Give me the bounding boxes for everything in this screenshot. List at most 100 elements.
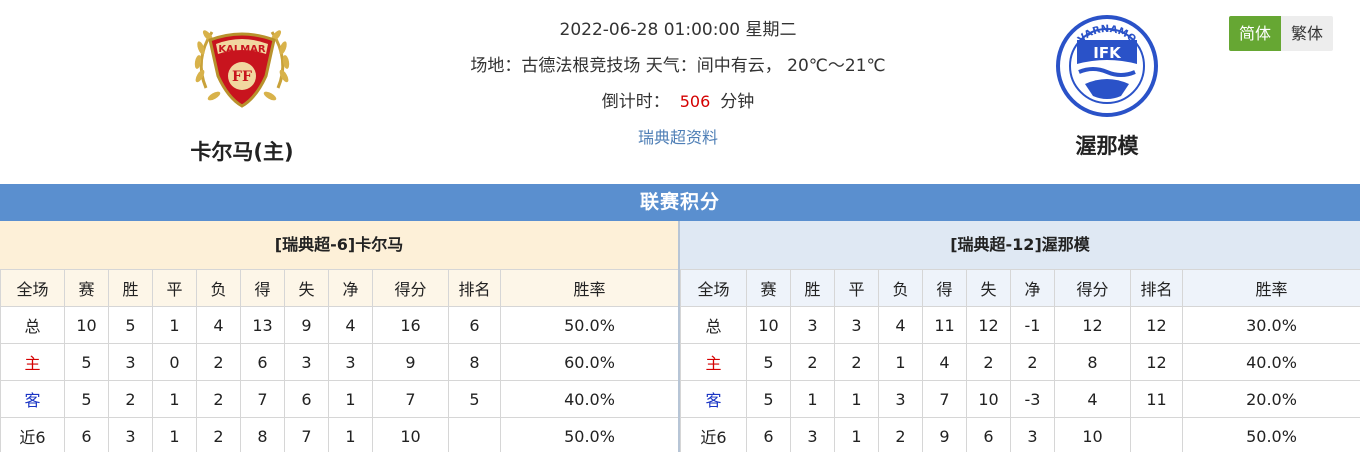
table-cell: 2 (966, 343, 1011, 381)
col-header: 赛 (746, 269, 791, 307)
col-header: 得分 (1054, 269, 1131, 307)
table-cell: 12 (1130, 343, 1183, 381)
match-header: KALMAR FF 卡尔马(主) 2022-06-28 01:00:00 星期二… (0, 0, 1360, 184)
col-header: 平 (152, 269, 197, 307)
league-info-link[interactable]: 瑞典超资料 (380, 127, 976, 149)
away-standings-table: 全场 赛 胜 平 负 得 失 净 得分 排名 胜率 总 10 3 3 4 11 12 -1 12… (680, 269, 1360, 452)
table-cell: -3 (1010, 380, 1055, 418)
table-cell: 8 (448, 343, 501, 381)
col-header: 得分 (372, 269, 449, 307)
table-row: 客 5 1 1 3 7 10 -3 4 11 20.0% (680, 380, 1360, 418)
table-cell: 6 (448, 306, 501, 344)
table-row: 总 10 5 1 4 13 9 4 16 6 50.0% (0, 306, 679, 344)
row-label: 近6 (680, 417, 747, 452)
table-row: 客 5 2 1 2 7 6 1 7 5 40.0% (0, 380, 679, 418)
row-label: 客 (680, 380, 747, 418)
row-label: 客 (0, 380, 65, 418)
home-header-row: 全场 赛 胜 平 负 得 失 净 得分 排名 胜率 (0, 269, 679, 307)
table-cell: 10 (746, 306, 791, 344)
table-cell: 6 (284, 380, 329, 418)
varnamo-crest-icon: VARNAMO IFK (1056, 15, 1158, 117)
away-standings: [瑞典超-12]渥那模 全场 赛 胜 平 负 得 失 净 得分 排名 胜率 总 … (680, 221, 1360, 452)
row-label: 主 (680, 343, 747, 381)
col-header: 失 (284, 269, 329, 307)
table-cell: 7 (372, 380, 449, 418)
col-header: 胜率 (500, 269, 679, 307)
table-cell: 3 (328, 343, 373, 381)
table-cell: 3 (790, 306, 835, 344)
away-standings-title: [瑞典超-12]渥那模 (680, 221, 1360, 269)
home-team[interactable]: KALMAR FF 卡尔马(主) (142, 0, 342, 166)
col-header: 胜 (108, 269, 153, 307)
table-row: 主 5 3 0 2 6 3 3 9 8 60.0% (0, 343, 679, 381)
table-cell: 13 (240, 306, 285, 344)
away-team[interactable]: VARNAMO IFK 渥那模 (1007, 0, 1207, 160)
table-cell: 6 (64, 417, 109, 452)
table-cell: 1 (152, 417, 197, 452)
lang-traditional-button[interactable]: 繁体 (1281, 16, 1334, 51)
table-cell: 4 (1054, 380, 1131, 418)
table-cell: 2 (834, 343, 879, 381)
away-team-name[interactable]: 渥那模 (1007, 130, 1207, 160)
table-cell: 2 (108, 380, 153, 418)
match-info: 2022-06-28 01:00:00 星期二 场地：古德法根竞技场 天气：间中… (380, 0, 976, 149)
table-cell: 1 (834, 417, 879, 452)
col-header: 得 (240, 269, 285, 307)
table-row: 近6 6 3 1 2 8 7 1 10 50.0% (0, 417, 679, 452)
table-cell: 10 (372, 417, 449, 452)
table-cell: 4 (922, 343, 967, 381)
table-cell: 6 (746, 417, 791, 452)
svg-text:FF: FF (232, 69, 252, 85)
away-header-row: 全场 赛 胜 平 负 得 失 净 得分 排名 胜率 (680, 269, 1360, 307)
table-cell: 1 (834, 380, 879, 418)
table-cell: 5 (746, 380, 791, 418)
kalmar-crest-icon: KALMAR FF (194, 30, 290, 108)
home-team-name[interactable]: 卡尔马(主) (142, 136, 342, 166)
table-cell: 1 (328, 417, 373, 452)
table-cell: 50.0% (500, 306, 679, 344)
svg-text:KALMAR: KALMAR (218, 44, 266, 55)
table-cell: 7 (922, 380, 967, 418)
table-cell: 4 (328, 306, 373, 344)
table-cell: 9 (372, 343, 449, 381)
table-cell (448, 417, 501, 452)
table-cell: 3 (284, 343, 329, 381)
col-header: 排名 (1130, 269, 1183, 307)
table-cell: 9 (284, 306, 329, 344)
table-cell: 2 (196, 380, 241, 418)
lang-simplified-button[interactable]: 简体 (1229, 16, 1282, 51)
col-header: 失 (966, 269, 1011, 307)
table-cell: 1 (790, 380, 835, 418)
match-page: KALMAR FF 卡尔马(主) 2022-06-28 01:00:00 星期二… (0, 0, 1360, 452)
away-standings-body: 总 10 3 3 4 11 12 -1 12 12 30.0% 主 5 2 2 1 4 2 2 8 12 40.0% 客 5 1… (680, 306, 1360, 452)
table-cell: 10 (64, 306, 109, 344)
table-cell: 10 (966, 380, 1011, 418)
table-cell: 60.0% (500, 343, 679, 381)
table-cell: 10 (1054, 417, 1131, 452)
row-label: 总 (680, 306, 747, 344)
match-countdown: 倒计时： 506 分钟 (601, 92, 755, 112)
table-cell: 40.0% (500, 380, 679, 418)
table-cell: 2 (790, 343, 835, 381)
table-cell: 11 (1130, 380, 1183, 418)
table-cell: 3 (878, 380, 923, 418)
table-cell: 20.0% (1182, 380, 1360, 418)
match-datetime: 2022-06-28 01:00:00 星期二 (559, 20, 797, 40)
match-venue-weather: 场地：古德法根竞技场 天气：间中有云， 20℃～21℃ (470, 56, 886, 76)
table-cell: 3 (1010, 417, 1055, 452)
countdown-value: 506 (679, 92, 711, 111)
table-cell: 50.0% (1182, 417, 1360, 452)
table-cell: 0 (152, 343, 197, 381)
table-row: 近6 6 3 1 2 9 6 3 10 50.0% (680, 417, 1360, 452)
home-standings-title: [瑞典超-6]卡尔马 (0, 221, 678, 269)
col-header: 平 (834, 269, 879, 307)
table-cell: 4 (878, 306, 923, 344)
table-cell: 12 (1054, 306, 1131, 344)
table-cell: 6 (966, 417, 1011, 452)
table-row: 主 5 2 2 1 4 2 2 8 12 40.0% (680, 343, 1360, 381)
row-label: 主 (0, 343, 65, 381)
table-cell (1130, 417, 1183, 452)
table-cell: -1 (1010, 306, 1055, 344)
home-standings-body: 总 10 5 1 4 13 9 4 16 6 50.0% 主 5 3 0 2 6 3 3 9 8 60.0% 客 5 2 1 2 7 6… (0, 306, 679, 452)
table-cell: 1 (878, 343, 923, 381)
